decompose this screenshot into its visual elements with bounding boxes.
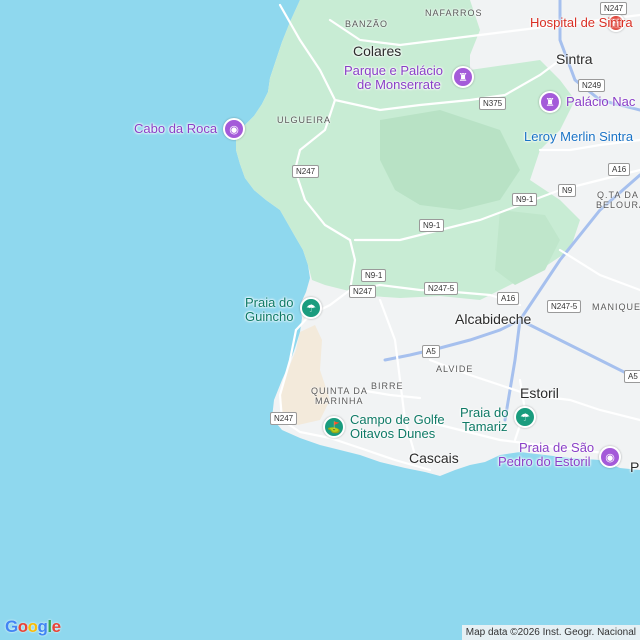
town-label-cascais: Cascais xyxy=(409,450,459,466)
poi-label-tamariz-line2[interactable]: Tamariz xyxy=(462,420,508,434)
road-shield-n247: N247 xyxy=(600,2,628,15)
locality-label-nafarros: NAFARROS xyxy=(425,8,483,18)
road-shield-n375: N375 xyxy=(479,97,507,110)
road-shield-n247-5: N247-5 xyxy=(424,282,459,295)
locality-label-ulgueira: ULGUEIRA xyxy=(277,115,332,125)
town-label-partial: P xyxy=(630,459,640,475)
poi-label-monserrate-line1[interactable]: Parque e Palácio xyxy=(344,64,443,78)
map-attribution[interactable]: Map data ©2026 Inst. Geogr. Nacional xyxy=(461,625,640,640)
locality-label-beloura: BELOURA xyxy=(596,200,640,210)
road-shield-a5: A5 xyxy=(422,345,440,358)
locality-label-alvide: ALVIDE xyxy=(436,364,474,374)
poi-label-sao-pedro-line2[interactable]: Pedro do Estoril xyxy=(498,455,591,469)
poi-label-hospital-de-sintra[interactable]: Hospital de Sintra xyxy=(530,16,633,30)
castle-icon[interactable]: ♜ xyxy=(452,66,474,88)
poi-label-sao-pedro-line1[interactable]: Praia de São xyxy=(519,441,594,455)
town-label-alcabideche: Alcabideche xyxy=(455,311,532,327)
camera-icon[interactable]: ◉ xyxy=(223,118,245,140)
beach-umbrella-icon[interactable]: ☂ xyxy=(300,297,322,319)
camera-icon[interactable]: ◉ xyxy=(599,446,621,468)
road-shield-n249: N249 xyxy=(578,79,606,92)
road-shield-a16: A16 xyxy=(497,292,520,305)
golf-icon[interactable]: ⛳ xyxy=(323,416,345,438)
castle-icon[interactable]: ♜ xyxy=(539,91,561,113)
locality-label-birre: BIRRE xyxy=(371,381,404,391)
road-shield-a5: A5 xyxy=(624,370,640,383)
road-shield-n9-1: N9-1 xyxy=(361,269,387,282)
google-logo[interactable]: Google xyxy=(5,617,61,637)
poi-label-leroy-merlin-sintra[interactable]: Leroy Merlin Sintra xyxy=(524,130,633,144)
locality-label-banzao: BANZÃO xyxy=(345,19,389,29)
poi-label-monserrate-line2[interactable]: de Monserrate xyxy=(357,78,441,92)
poi-label-golf-line1[interactable]: Campo de Golfe xyxy=(350,413,445,427)
poi-label-palacio-nacional[interactable]: Palácio Nac xyxy=(566,95,635,109)
road-shield-n247: N247 xyxy=(349,285,377,298)
poi-label-tamariz-line1[interactable]: Praia do xyxy=(460,406,508,420)
beach-umbrella-icon[interactable]: ☂ xyxy=(514,406,536,428)
road-shield-n247: N247 xyxy=(270,412,298,425)
map-canvas[interactable]: Colares Sintra Alcabideche Estoril Casca… xyxy=(0,0,640,640)
locality-label-marinha: MARINHA xyxy=(315,396,364,406)
road-shield-n247-5: N247-5 xyxy=(547,300,582,313)
town-label-estoril: Estoril xyxy=(520,385,559,401)
locality-label-manique: MANIQUE xyxy=(592,302,640,312)
road-shield-n9-1: N9-1 xyxy=(419,219,445,232)
poi-label-golf-line2[interactable]: Oitavos Dunes xyxy=(350,427,435,441)
town-label-sintra: Sintra xyxy=(556,51,593,67)
road-shield-a16: A16 xyxy=(608,163,631,176)
road-shield-n9-1: N9-1 xyxy=(512,193,538,206)
road-shield-n9: N9 xyxy=(558,184,577,197)
poi-label-guincho-line1[interactable]: Praia do xyxy=(245,296,293,310)
road-shield-n247: N247 xyxy=(292,165,320,178)
poi-label-cabo-da-roca[interactable]: Cabo da Roca xyxy=(134,122,217,136)
poi-label-guincho-line2[interactable]: Guincho xyxy=(245,310,293,324)
town-label-colares: Colares xyxy=(353,43,402,59)
